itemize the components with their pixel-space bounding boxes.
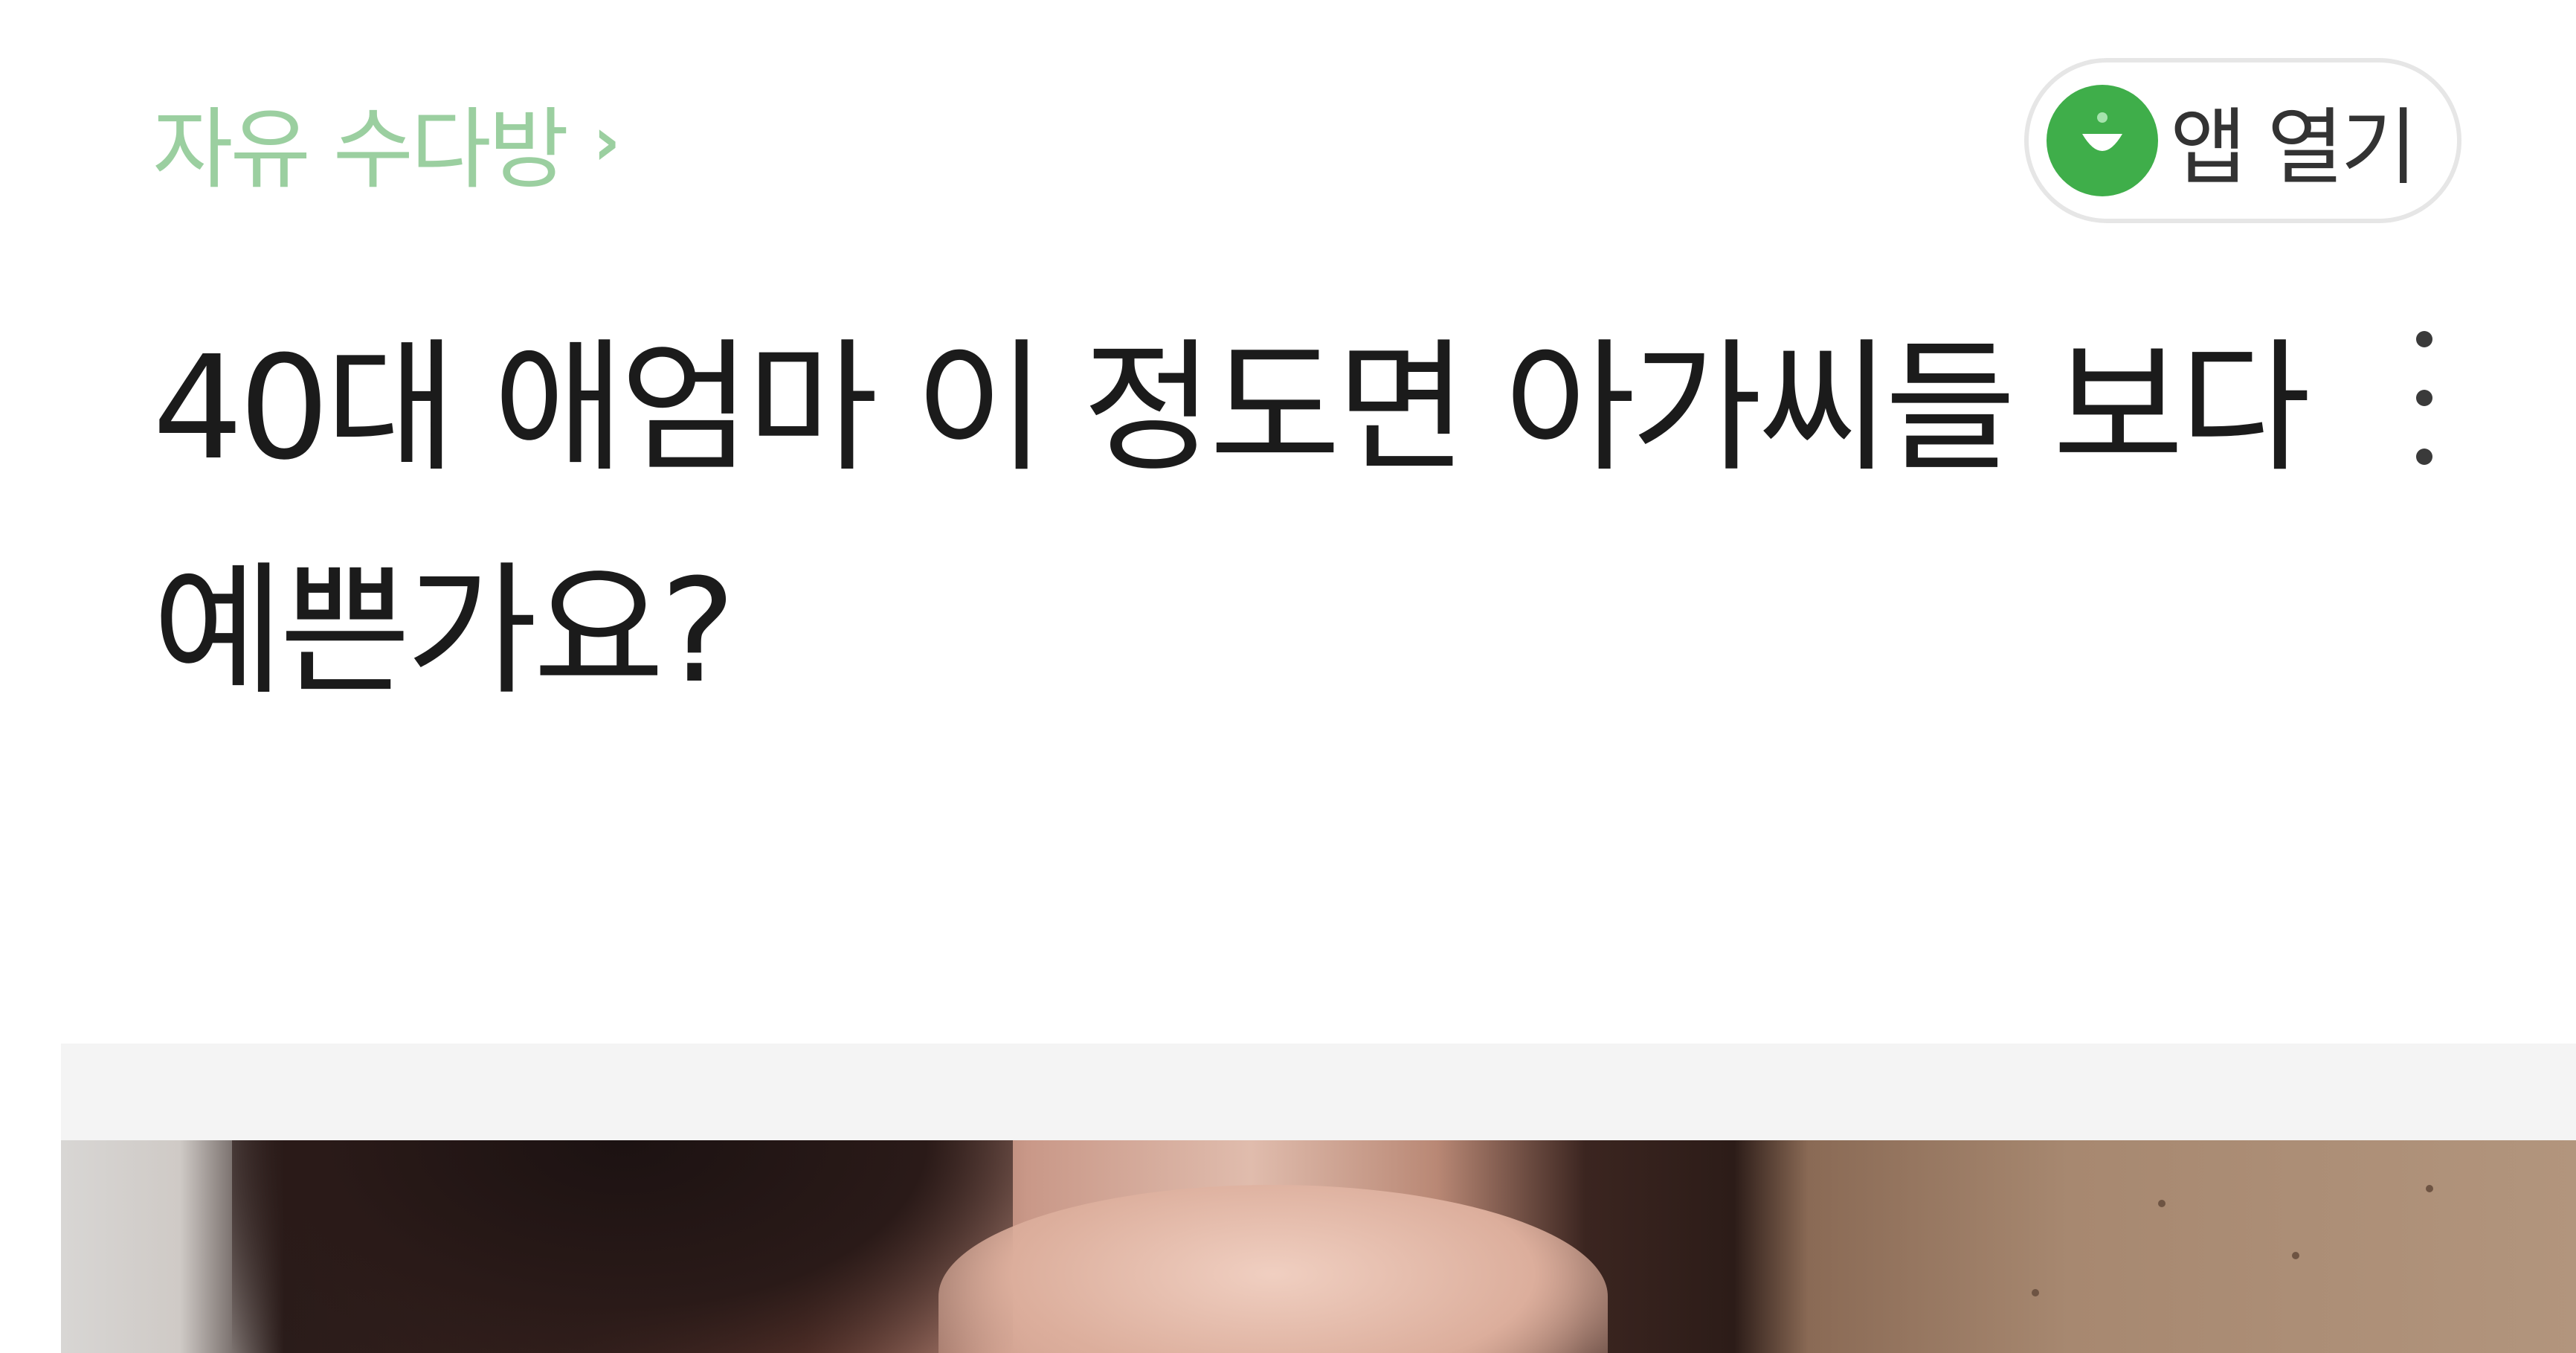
section-divider — [61, 1044, 2576, 1140]
app-logo-icon — [2047, 85, 2158, 196]
photo-hair-region — [232, 1140, 1013, 1353]
photo-speck — [2292, 1252, 2299, 1259]
post-page: 자유 수다방 › 앱 열기 40대 애엄마 이 정도면 아가씨들 보다 예쁜가요… — [0, 0, 2576, 1353]
photo-speck — [2032, 1289, 2039, 1296]
photo-speck — [2426, 1185, 2433, 1192]
breadcrumb[interactable]: 자유 수다방 › — [152, 78, 620, 205]
more-dot — [2416, 331, 2432, 347]
chevron-right-icon: › — [593, 103, 620, 181]
more-dot — [2416, 449, 2432, 465]
more-vertical-icon[interactable] — [2387, 331, 2461, 465]
more-dot — [2416, 390, 2432, 406]
open-app-label: 앱 열기 — [2170, 100, 2418, 196]
breadcrumb-label: 자유 수다방 — [152, 98, 569, 201]
photo-speck — [2158, 1200, 2166, 1207]
photo-hand-region — [938, 1185, 1608, 1353]
post-photo[interactable] — [61, 1140, 2576, 1353]
post-title: 40대 애엄마 이 정도면 아가씨들 보다 예쁜가요? — [152, 326, 2311, 715]
open-app-button[interactable]: 앱 열기 — [2024, 58, 2461, 223]
